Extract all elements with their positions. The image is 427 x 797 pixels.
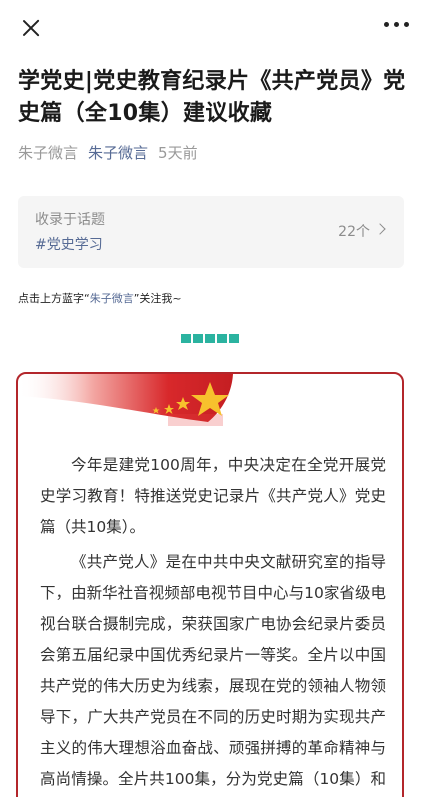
follow-prefix: 点击上方蓝字“ bbox=[18, 292, 90, 305]
divider-dot bbox=[229, 334, 239, 343]
divider-dot bbox=[205, 334, 215, 343]
article-author: 朱子微言 bbox=[18, 144, 79, 162]
close-icon[interactable] bbox=[16, 14, 46, 44]
article-paragraph: 《共产党人》是在中共中央文献研究室的指导下，由新华社音视频部电视节目中心与10家… bbox=[40, 553, 386, 788]
chevron-right-icon bbox=[374, 223, 386, 235]
follow-suffix: ”关注我~ bbox=[133, 292, 182, 305]
article-meta: 朱子微言 朱子微言 5天前 bbox=[18, 143, 198, 163]
topic-tag[interactable]: #党史学习 bbox=[35, 234, 103, 254]
follow-prompt: 点击上方蓝字“朱子微言”关注我~ bbox=[18, 290, 182, 306]
content-frame: 今年是建党100周年，中央决定在全党开展党史学习教育！特推送党史记录片《共产党人… bbox=[16, 372, 404, 797]
more-dot bbox=[404, 22, 409, 27]
divider-dot bbox=[217, 334, 227, 343]
divider-dot bbox=[181, 334, 191, 343]
topic-count: 22个 bbox=[338, 224, 370, 240]
article-body: 今年是建党100周年，中央决定在全党开展党史学习教育！特推送党史记录片《共产党人… bbox=[40, 450, 386, 797]
article-title: 学党史|党史教育纪录片《共产党员》党史篇（全10集）建议收藏 bbox=[18, 69, 406, 126]
follow-account[interactable]: 朱子微言 bbox=[90, 292, 134, 305]
account-link[interactable]: 朱子微言 bbox=[88, 143, 148, 163]
topic-card[interactable]: 收录于话题 #党史学习 22个 bbox=[18, 196, 404, 268]
topic-label: 收录于话题 bbox=[35, 212, 105, 228]
more-icon[interactable] bbox=[384, 22, 409, 27]
more-dot bbox=[384, 22, 389, 27]
publish-time: 5天前 bbox=[158, 144, 198, 162]
divider-dots bbox=[181, 334, 239, 343]
top-bar bbox=[0, 0, 427, 56]
divider-dot bbox=[193, 334, 203, 343]
article-paragraph: 今年是建党100周年，中央决定在全党开展党史学习教育！特推送党史记录片《共产党人… bbox=[40, 456, 386, 536]
flag-banner-image bbox=[18, 374, 233, 426]
more-dot bbox=[394, 22, 399, 27]
